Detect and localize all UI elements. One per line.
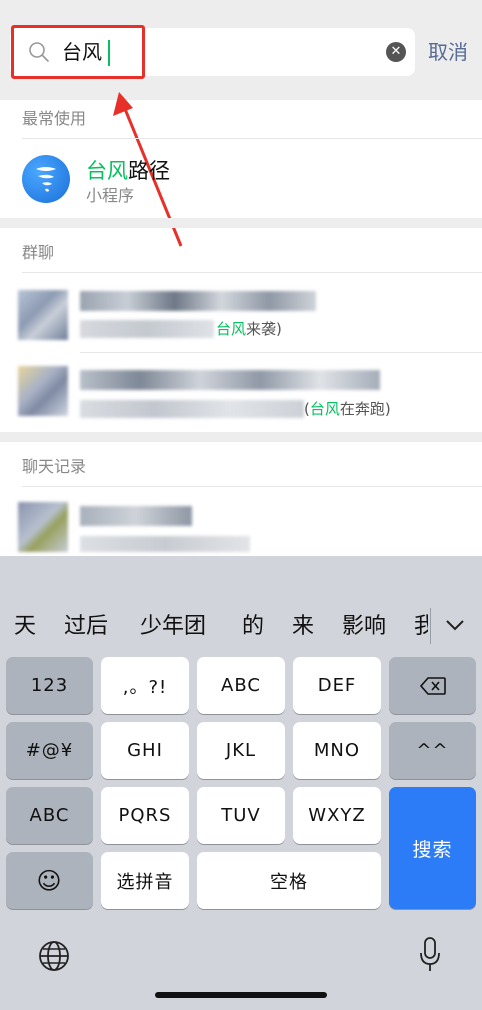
blurred-group-name bbox=[80, 370, 380, 390]
key-punctuation[interactable]: ,。?! bbox=[101, 657, 189, 714]
app-type-label: 小程序 bbox=[86, 186, 135, 205]
section-gap bbox=[0, 432, 482, 442]
microphone-icon[interactable] bbox=[418, 936, 442, 974]
candidate-word[interactable]: 影响 bbox=[342, 612, 386, 642]
divider bbox=[80, 352, 482, 353]
key-ghi[interactable]: GHI bbox=[101, 722, 189, 779]
candidate-word[interactable]: 来 bbox=[292, 612, 314, 642]
cancel-button[interactable]: 取消 bbox=[428, 38, 468, 66]
blurred-preview bbox=[80, 400, 304, 418]
key-def[interactable]: DEF bbox=[293, 657, 381, 714]
backspace-key[interactable] bbox=[389, 657, 476, 714]
backspace-icon bbox=[419, 676, 446, 695]
avatar bbox=[18, 502, 68, 552]
match-snippet: (台风在奔跑) bbox=[304, 399, 391, 419]
emoji-key[interactable]: ☺ bbox=[6, 852, 93, 909]
app-name-highlight: 台风 bbox=[86, 159, 128, 183]
divider bbox=[22, 486, 482, 487]
key-symbols[interactable]: #@¥ bbox=[6, 722, 93, 779]
space-key[interactable]: 空格 bbox=[197, 852, 381, 909]
candidate-word[interactable]: 过后 bbox=[64, 612, 108, 642]
match-rest: 来袭) bbox=[246, 320, 282, 338]
match-rest: 在奔跑) bbox=[339, 400, 391, 418]
key-tuv[interactable]: TUV bbox=[197, 787, 285, 844]
app-name-rest: 路径 bbox=[128, 159, 170, 183]
key-emoticon[interactable]: ^^ bbox=[389, 722, 476, 779]
chevron-down-icon[interactable] bbox=[442, 612, 468, 638]
key-abc-switch[interactable]: ABC bbox=[6, 787, 93, 844]
annotation-highlight-box bbox=[11, 25, 145, 79]
candidate-word[interactable]: 的 bbox=[242, 612, 264, 642]
candidate-word[interactable]: 我 bbox=[414, 612, 428, 642]
app-name: 台风路径 bbox=[86, 157, 170, 185]
key-jkl[interactable]: JKL bbox=[197, 722, 285, 779]
avatar bbox=[18, 290, 68, 340]
candidate-separator bbox=[430, 608, 431, 644]
blurred-group-name bbox=[80, 291, 316, 311]
key-pqrs[interactable]: PQRS bbox=[101, 787, 189, 844]
globe-icon[interactable] bbox=[38, 940, 70, 972]
match-highlight: 台风 bbox=[216, 320, 247, 338]
key-wxyz[interactable]: WXYZ bbox=[293, 787, 381, 844]
blurred-chat-name bbox=[80, 506, 192, 526]
match-snippet: 台风来袭) bbox=[216, 319, 282, 339]
section-title-groups: 群聊 bbox=[22, 243, 55, 262]
key-mno[interactable]: MNO bbox=[293, 722, 381, 779]
key-123[interactable]: 123 bbox=[6, 657, 93, 714]
candidate-word[interactable]: 少年团 bbox=[140, 612, 206, 642]
typhoon-app-icon bbox=[22, 155, 70, 203]
section-title-chat-history: 聊天记录 bbox=[22, 457, 87, 476]
blurred-preview bbox=[80, 320, 214, 338]
section-title-recent: 最常使用 bbox=[22, 109, 87, 128]
section-gap bbox=[0, 218, 482, 228]
clear-icon[interactable]: ✕ bbox=[386, 42, 406, 62]
divider bbox=[22, 138, 482, 139]
key-abc[interactable]: ABC bbox=[197, 657, 285, 714]
divider bbox=[22, 272, 482, 273]
keyboard: 天 过后 少年团 的 来 影响 我 123 ,。?! ABC DEF #@¥ G… bbox=[0, 556, 482, 1010]
candidate-bar: 天 过后 少年团 的 来 影响 我 bbox=[0, 556, 482, 650]
key-select-pinyin[interactable]: 选拼音 bbox=[101, 852, 189, 909]
candidate-word[interactable]: 天 bbox=[14, 612, 36, 642]
avatar bbox=[18, 366, 68, 416]
blurred-preview bbox=[80, 536, 250, 552]
home-indicator[interactable] bbox=[155, 992, 327, 998]
match-highlight: 台风 bbox=[309, 400, 340, 418]
search-key[interactable]: 搜索 bbox=[389, 787, 476, 909]
